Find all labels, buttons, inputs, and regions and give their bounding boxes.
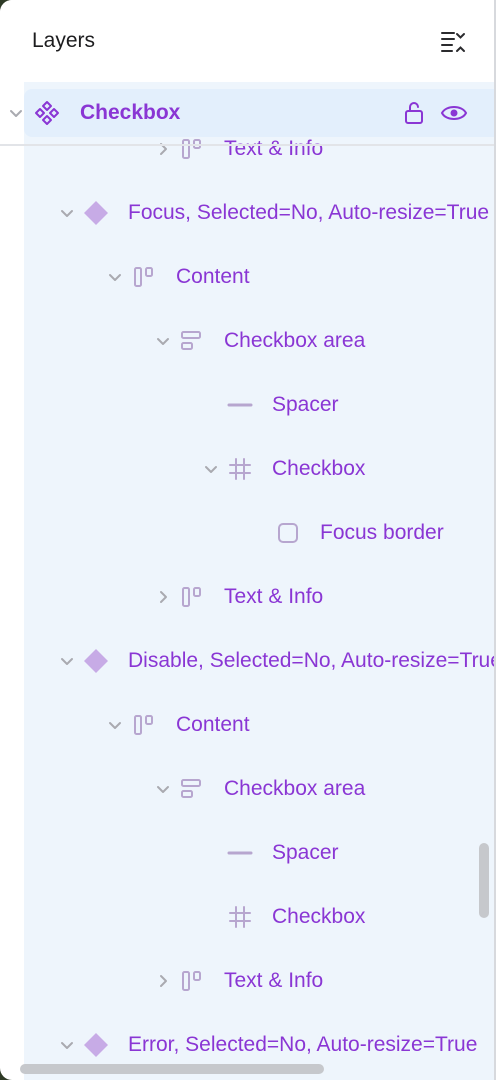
layer-row[interactable]: Text & Info	[0, 565, 496, 629]
layer-row[interactable]: Content	[0, 693, 496, 757]
chevron-right-icon[interactable]	[154, 140, 172, 158]
layer-tree: Text & Info Focus, Selected=No, Auto-resi…	[0, 0, 496, 1080]
eye-icon[interactable]	[440, 101, 468, 125]
vertical-layout-icon	[179, 328, 205, 354]
chevron-down-icon[interactable]	[154, 332, 172, 350]
layer-label: Spacer	[272, 841, 339, 864]
panel-header: Layers	[0, 0, 496, 82]
layer-label: Disable, Selected=No, Auto-resize=True	[128, 649, 496, 672]
layer-row[interactable]: Checkbox	[0, 885, 496, 949]
chevron-right-icon[interactable]	[154, 588, 172, 606]
layer-label: Error, Selected=No, Auto-resize=True	[128, 1033, 478, 1056]
auto-layout-icon	[179, 584, 205, 610]
layer-row[interactable]: Checkbox	[0, 437, 496, 501]
list-collapse-icon[interactable]	[438, 28, 470, 56]
chevron-down-icon[interactable]	[154, 780, 172, 798]
chevron-down-icon[interactable]	[58, 204, 76, 222]
auto-layout-icon	[179, 136, 205, 162]
chevron-down-icon[interactable]	[6, 103, 26, 123]
layer-label: Checkbox	[272, 457, 366, 480]
line-icon	[227, 392, 253, 418]
layer-row[interactable]: Checkbox area	[0, 757, 496, 821]
header-divider	[0, 144, 496, 146]
root-layer-label: Checkbox	[80, 101, 181, 124]
layer-row[interactable]: Checkbox area	[0, 309, 496, 373]
layer-row[interactable]: Text & Info	[0, 949, 496, 1013]
layer-label: Content	[176, 265, 250, 288]
layer-label: Checkbox area	[224, 777, 366, 800]
layer-row[interactable]: Spacer	[0, 821, 496, 885]
vertical-layout-icon	[179, 776, 205, 802]
chevron-down-icon[interactable]	[106, 268, 124, 286]
chevron-down-icon[interactable]	[58, 1036, 76, 1054]
horizontal-scrollbar[interactable]	[20, 1064, 324, 1074]
layer-label: Focus border	[320, 521, 444, 544]
layer-row[interactable]: Content	[0, 245, 496, 309]
layer-row[interactable]: Disable, Selected=No, Auto-resize=True	[0, 629, 496, 693]
layer-row-root[interactable]: Checkbox	[0, 89, 496, 137]
variant-icon	[83, 200, 109, 226]
layer-row[interactable]: Spacer	[0, 373, 496, 437]
chevron-down-icon[interactable]	[58, 652, 76, 670]
auto-layout-icon	[179, 968, 205, 994]
layer-label: Focus, Selected=No, Auto-resize=True	[128, 201, 490, 224]
variant-icon	[83, 648, 109, 674]
rectangle-icon	[275, 520, 301, 546]
line-icon	[227, 840, 253, 866]
component-set-icon	[34, 100, 60, 126]
layer-label: Text & Info	[224, 585, 324, 608]
lock-icon[interactable]	[402, 100, 426, 126]
layer-label: Text & Info	[224, 137, 324, 160]
layer-label: Text & Info	[224, 969, 324, 992]
vertical-scrollbar[interactable]	[479, 843, 489, 918]
chevron-right-icon[interactable]	[154, 972, 172, 990]
layer-row[interactable]: Focus, Selected=No, Auto-resize=True	[0, 181, 496, 245]
auto-layout-icon	[131, 264, 157, 290]
layer-label: Checkbox	[272, 905, 366, 928]
layer-label: Content	[176, 713, 250, 736]
layer-label: Checkbox area	[224, 329, 366, 352]
chevron-down-icon[interactable]	[202, 460, 220, 478]
chevron-down-icon[interactable]	[106, 716, 124, 734]
auto-layout-icon	[131, 712, 157, 738]
variant-icon	[83, 1032, 109, 1058]
frame-icon	[227, 904, 253, 930]
layer-row[interactable]: Focus border	[0, 501, 496, 565]
layer-label: Spacer	[272, 393, 339, 416]
layers-panel: Text & Info Focus, Selected=No, Auto-resi…	[0, 0, 496, 1080]
panel-title: Layers	[32, 29, 96, 52]
frame-icon	[227, 456, 253, 482]
